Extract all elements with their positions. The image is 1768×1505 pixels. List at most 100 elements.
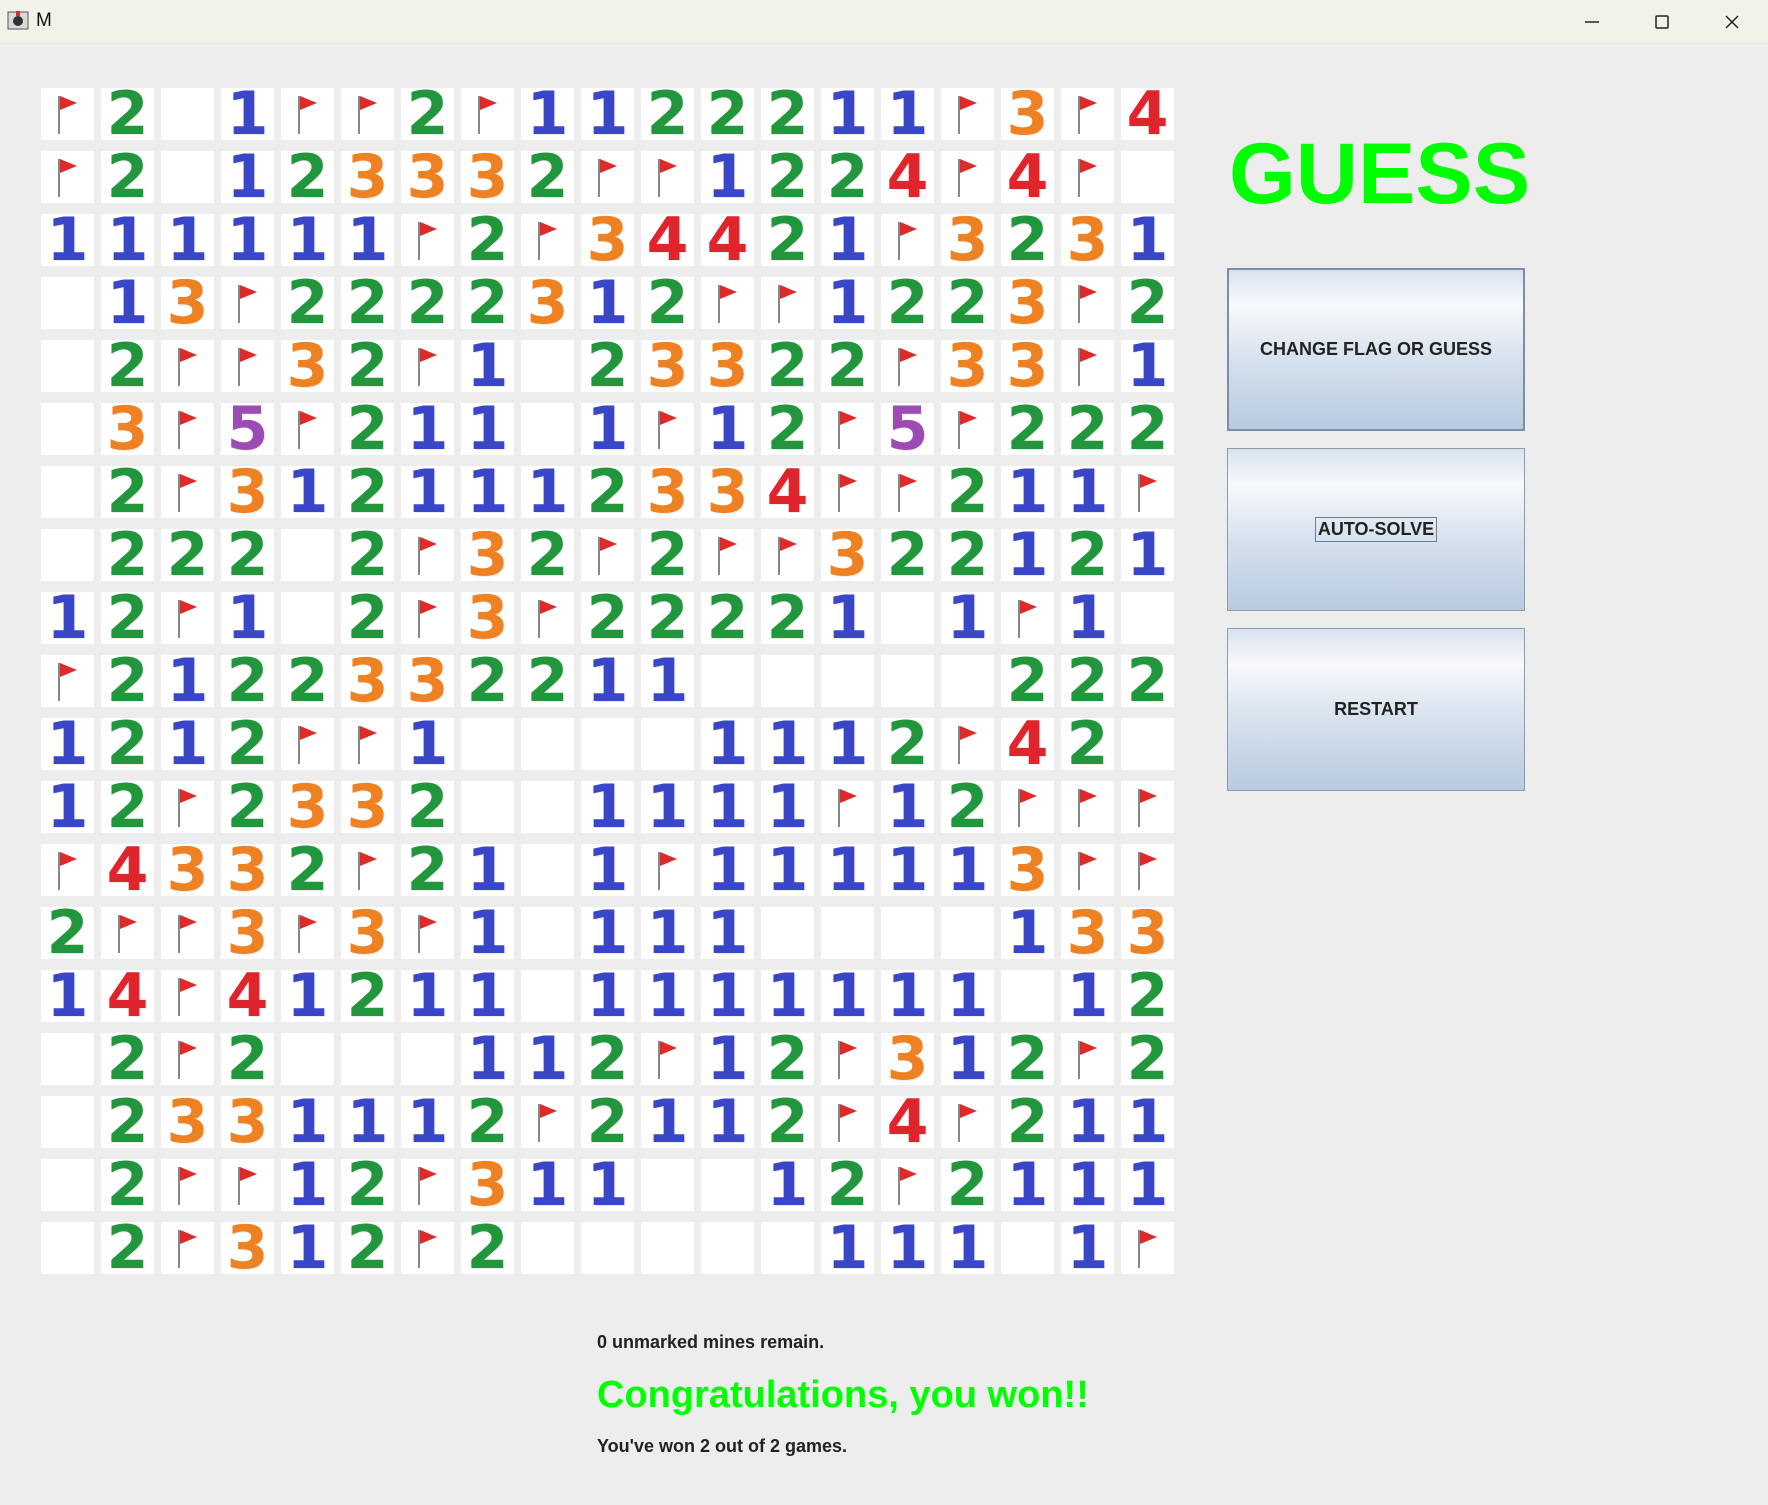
number-cell[interactable]: 3 [461, 592, 514, 644]
empty-cell[interactable] [521, 718, 574, 770]
flag-cell[interactable] [821, 1033, 874, 1085]
number-cell[interactable]: 1 [401, 466, 454, 518]
empty-cell[interactable] [641, 718, 694, 770]
number-cell[interactable]: 3 [941, 340, 994, 392]
number-cell[interactable]: 2 [101, 1033, 154, 1085]
flag-cell[interactable] [881, 214, 934, 266]
number-cell[interactable]: 1 [281, 1222, 334, 1274]
number-cell[interactable]: 1 [461, 844, 514, 896]
number-cell[interactable]: 1 [1121, 214, 1174, 266]
empty-cell[interactable] [821, 907, 874, 959]
number-cell[interactable]: 1 [641, 970, 694, 1022]
number-cell[interactable]: 2 [581, 1033, 634, 1085]
number-cell[interactable]: 2 [101, 592, 154, 644]
number-cell[interactable]: 2 [1121, 403, 1174, 455]
empty-cell[interactable] [41, 466, 94, 518]
flag-cell[interactable] [401, 214, 454, 266]
number-cell[interactable]: 2 [1121, 655, 1174, 707]
number-cell[interactable]: 2 [341, 1222, 394, 1274]
number-cell[interactable]: 2 [641, 88, 694, 140]
number-cell[interactable]: 2 [341, 970, 394, 1022]
number-cell[interactable]: 3 [641, 466, 694, 518]
number-cell[interactable]: 2 [521, 529, 574, 581]
number-cell[interactable]: 1 [1061, 466, 1114, 518]
number-cell[interactable]: 3 [221, 466, 274, 518]
flag-cell[interactable] [401, 1222, 454, 1274]
number-cell[interactable]: 1 [641, 781, 694, 833]
number-cell[interactable]: 1 [641, 1096, 694, 1148]
flag-cell[interactable] [41, 88, 94, 140]
number-cell[interactable]: 2 [1001, 1096, 1054, 1148]
number-cell[interactable]: 4 [641, 214, 694, 266]
empty-cell[interactable] [1001, 1222, 1054, 1274]
number-cell[interactable]: 1 [581, 277, 634, 329]
empty-cell[interactable] [41, 1096, 94, 1148]
flag-cell[interactable] [761, 277, 814, 329]
empty-cell[interactable] [881, 592, 934, 644]
flag-cell[interactable] [41, 655, 94, 707]
number-cell[interactable]: 1 [281, 214, 334, 266]
number-cell[interactable]: 5 [881, 403, 934, 455]
number-cell[interactable]: 2 [641, 277, 694, 329]
number-cell[interactable]: 1 [461, 1033, 514, 1085]
number-cell[interactable]: 3 [161, 844, 214, 896]
number-cell[interactable]: 1 [941, 592, 994, 644]
number-cell[interactable]: 1 [401, 718, 454, 770]
flag-cell[interactable] [881, 340, 934, 392]
number-cell[interactable]: 1 [821, 88, 874, 140]
flag-cell[interactable] [641, 844, 694, 896]
empty-cell[interactable] [521, 403, 574, 455]
number-cell[interactable]: 1 [521, 1159, 574, 1211]
number-cell[interactable]: 1 [221, 214, 274, 266]
empty-cell[interactable] [1121, 592, 1174, 644]
maximize-button[interactable] [1627, 0, 1697, 43]
number-cell[interactable]: 1 [581, 781, 634, 833]
minimize-button[interactable] [1557, 0, 1627, 43]
flag-cell[interactable] [161, 970, 214, 1022]
number-cell[interactable]: 1 [221, 88, 274, 140]
number-cell[interactable]: 1 [1121, 1159, 1174, 1211]
number-cell[interactable]: 4 [761, 466, 814, 518]
number-cell[interactable]: 2 [821, 1159, 874, 1211]
flag-cell[interactable] [941, 1096, 994, 1148]
number-cell[interactable]: 1 [821, 844, 874, 896]
empty-cell[interactable] [761, 907, 814, 959]
number-cell[interactable]: 2 [1121, 1033, 1174, 1085]
number-cell[interactable]: 2 [941, 781, 994, 833]
number-cell[interactable]: 2 [941, 277, 994, 329]
flag-cell[interactable] [881, 1159, 934, 1211]
number-cell[interactable]: 2 [101, 718, 154, 770]
number-cell[interactable]: 1 [101, 214, 154, 266]
number-cell[interactable]: 2 [161, 529, 214, 581]
number-cell[interactable]: 2 [221, 781, 274, 833]
number-cell[interactable]: 3 [221, 844, 274, 896]
number-cell[interactable]: 2 [461, 1222, 514, 1274]
number-cell[interactable]: 4 [881, 1096, 934, 1148]
number-cell[interactable]: 3 [461, 1159, 514, 1211]
empty-cell[interactable] [521, 340, 574, 392]
number-cell[interactable]: 2 [281, 655, 334, 707]
empty-cell[interactable] [581, 1222, 634, 1274]
number-cell[interactable]: 2 [101, 781, 154, 833]
number-cell[interactable]: 1 [581, 88, 634, 140]
number-cell[interactable]: 2 [341, 529, 394, 581]
number-cell[interactable]: 1 [1061, 1159, 1114, 1211]
number-cell[interactable]: 1 [641, 907, 694, 959]
number-cell[interactable]: 1 [461, 340, 514, 392]
number-cell[interactable]: 2 [821, 340, 874, 392]
number-cell[interactable]: 2 [101, 529, 154, 581]
number-cell[interactable]: 1 [701, 403, 754, 455]
number-cell[interactable]: 1 [161, 655, 214, 707]
number-cell[interactable]: 2 [521, 151, 574, 203]
empty-cell[interactable] [341, 1033, 394, 1085]
number-cell[interactable]: 1 [761, 844, 814, 896]
number-cell[interactable]: 2 [101, 151, 154, 203]
flag-cell[interactable] [161, 340, 214, 392]
number-cell[interactable]: 3 [221, 1222, 274, 1274]
number-cell[interactable]: 2 [101, 466, 154, 518]
number-cell[interactable]: 3 [1001, 844, 1054, 896]
number-cell[interactable]: 1 [461, 466, 514, 518]
number-cell[interactable]: 1 [821, 1222, 874, 1274]
number-cell[interactable]: 2 [881, 718, 934, 770]
empty-cell[interactable] [41, 403, 94, 455]
